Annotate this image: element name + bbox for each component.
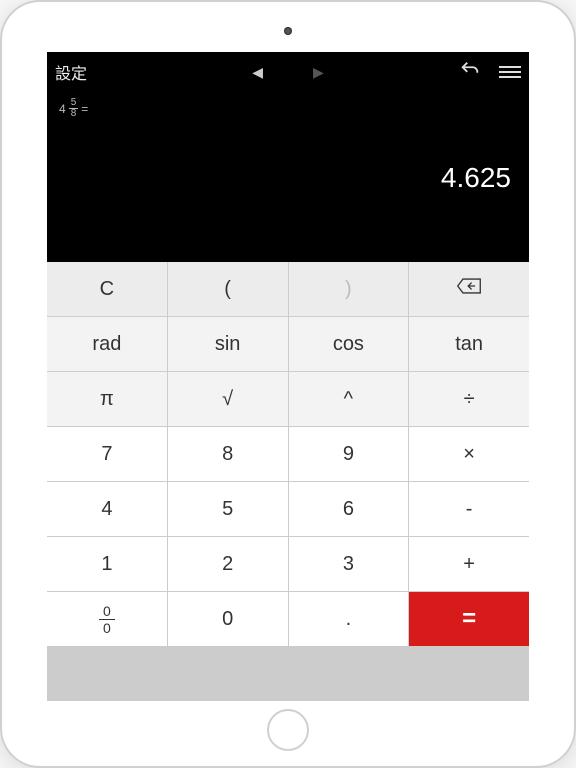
history-prev-icon[interactable]: ◀ xyxy=(252,64,263,81)
key-1[interactable]: 1 xyxy=(47,537,167,591)
home-button[interactable] xyxy=(267,709,309,751)
keypad: C ( ) rad sin cos tan π √ ^ ÷ 7 xyxy=(47,262,529,701)
key-6[interactable]: 6 xyxy=(289,482,409,536)
fraction-icon-num: 0 xyxy=(99,604,115,620)
key-power[interactable]: ^ xyxy=(289,372,409,426)
key-lparen[interactable]: ( xyxy=(168,262,288,316)
app-screen: 設定 ◀ ▶ 4 xyxy=(47,52,529,701)
expression-line: 4 5 8 = xyxy=(47,92,529,125)
menu-icon[interactable] xyxy=(499,66,521,78)
top-bar: 設定 ◀ ▶ xyxy=(47,52,529,92)
expr-denominator: 8 xyxy=(69,109,79,119)
backspace-icon xyxy=(456,277,482,301)
result-value: 4.625 xyxy=(47,152,529,262)
key-8[interactable]: 8 xyxy=(168,427,288,481)
key-0[interactable]: 0 xyxy=(168,592,288,646)
key-divide[interactable]: ÷ xyxy=(409,372,529,426)
tablet-frame: 設定 ◀ ▶ 4 xyxy=(0,0,576,768)
display-area: 設定 ◀ ▶ 4 xyxy=(47,52,529,262)
key-subtract[interactable]: - xyxy=(409,482,529,536)
key-3[interactable]: 3 xyxy=(289,537,409,591)
key-multiply[interactable]: × xyxy=(409,427,529,481)
undo-icon[interactable] xyxy=(459,59,481,86)
expr-whole: 4 xyxy=(59,102,66,116)
history-next-icon[interactable]: ▶ xyxy=(313,64,324,81)
key-4[interactable]: 4 xyxy=(47,482,167,536)
key-dot[interactable]: . xyxy=(289,592,409,646)
fraction-icon-den: 0 xyxy=(99,620,115,635)
key-sin[interactable]: sin xyxy=(168,317,288,371)
key-add[interactable]: + xyxy=(409,537,529,591)
history-nav: ◀ ▶ xyxy=(252,64,324,81)
settings-button[interactable]: 設定 xyxy=(55,60,87,84)
key-rparen[interactable]: ) xyxy=(289,262,409,316)
expr-equals: = xyxy=(81,102,88,116)
expr-fraction: 5 8 xyxy=(69,98,79,119)
key-backspace[interactable] xyxy=(409,262,529,316)
key-2[interactable]: 2 xyxy=(168,537,288,591)
key-clear[interactable]: C xyxy=(47,262,167,316)
key-fraction[interactable]: 0 0 xyxy=(47,592,167,646)
fraction-icon: 0 0 xyxy=(99,604,115,635)
key-rad[interactable]: rad xyxy=(47,317,167,371)
key-9[interactable]: 9 xyxy=(289,427,409,481)
key-equals[interactable]: = xyxy=(409,592,529,646)
key-tan[interactable]: tan xyxy=(409,317,529,371)
device-camera xyxy=(284,27,292,35)
key-sqrt[interactable]: √ xyxy=(168,372,288,426)
key-pi[interactable]: π xyxy=(47,372,167,426)
key-cos[interactable]: cos xyxy=(289,317,409,371)
key-7[interactable]: 7 xyxy=(47,427,167,481)
key-5[interactable]: 5 xyxy=(168,482,288,536)
